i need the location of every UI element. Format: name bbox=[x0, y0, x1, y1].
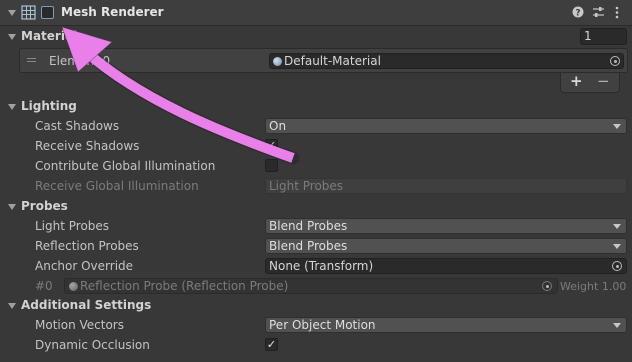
light-probes-dropdown[interactable]: Blend Probes bbox=[265, 218, 627, 234]
drag-handle-icon[interactable] bbox=[27, 58, 36, 59]
motion-vectors-label: Motion Vectors bbox=[35, 318, 124, 332]
more-vertical-icon[interactable] bbox=[614, 6, 620, 19]
additional-foldout-icon[interactable] bbox=[8, 303, 16, 309]
materials-list: Element 0 Default-Material bbox=[19, 48, 628, 73]
dynamic-occlusion-label: Dynamic Occlusion bbox=[35, 338, 150, 352]
anchor-override-label: Anchor Override bbox=[35, 259, 134, 273]
anchor-override-value: None (Transform) bbox=[269, 259, 374, 273]
contribute-gi-label: Contribute Global Illumination bbox=[35, 159, 216, 173]
reflection-probes-dropdown[interactable]: Blend Probes bbox=[265, 238, 627, 254]
object-picker-icon bbox=[542, 281, 552, 291]
object-picker-icon[interactable] bbox=[610, 56, 620, 66]
lighting-foldout-icon[interactable] bbox=[8, 104, 16, 110]
receive-gi-dropdown: Light Probes bbox=[265, 178, 627, 194]
collapse-arrow-icon[interactable] bbox=[8, 10, 16, 16]
probes-foldout-icon[interactable] bbox=[8, 204, 16, 210]
reflection-probe-value: Reflection Probe (Reflection Probe) bbox=[80, 279, 289, 293]
list-footer: + − bbox=[560, 72, 620, 93]
component-enabled-checkbox[interactable] bbox=[41, 6, 54, 19]
grid-mesh-icon bbox=[21, 5, 36, 20]
component-title: Mesh Renderer bbox=[61, 5, 164, 19]
probe-weight: Weight 1.00 bbox=[560, 280, 627, 293]
receive-shadows-checkbox[interactable]: ✓ bbox=[265, 139, 278, 152]
element-0-label: Element 0 bbox=[49, 54, 111, 68]
probe-index: #0 bbox=[35, 279, 53, 293]
chevron-down-icon bbox=[613, 224, 621, 229]
cast-shadows-dropdown[interactable]: On bbox=[265, 118, 627, 134]
receive-gi-value: Light Probes bbox=[269, 179, 344, 193]
light-probes-value: Blend Probes bbox=[269, 219, 348, 233]
additional-title[interactable]: Additional Settings bbox=[21, 298, 151, 312]
settings-sliders-icon[interactable] bbox=[592, 6, 605, 19]
component-header[interactable]: Mesh Renderer ? bbox=[0, 0, 632, 26]
receive-shadows-label: Receive Shadows bbox=[35, 139, 140, 153]
object-picker-icon[interactable] bbox=[612, 261, 622, 271]
motion-vectors-value: Per Object Motion bbox=[269, 318, 376, 332]
materials-foldout-icon[interactable] bbox=[8, 34, 16, 40]
add-element-button[interactable]: + bbox=[570, 72, 583, 90]
receive-gi-label: Receive Global Illumination bbox=[35, 179, 199, 193]
probes-title[interactable]: Probes bbox=[21, 199, 68, 213]
contribute-gi-checkbox[interactable] bbox=[265, 159, 278, 172]
material-icon bbox=[273, 57, 282, 66]
material-object-field[interactable]: Default-Material bbox=[269, 53, 624, 69]
svg-text:?: ? bbox=[575, 9, 580, 19]
chevron-down-icon bbox=[613, 323, 621, 328]
materials-title[interactable]: Materials bbox=[21, 29, 84, 43]
remove-element-button[interactable]: − bbox=[597, 72, 610, 90]
anchor-override-field[interactable]: None (Transform) bbox=[265, 258, 627, 274]
chevron-down-icon bbox=[613, 124, 621, 129]
chevron-down-icon bbox=[613, 244, 621, 249]
reflection-probes-label: Reflection Probes bbox=[35, 239, 139, 253]
light-probes-label: Light Probes bbox=[35, 219, 110, 233]
motion-vectors-dropdown[interactable]: Per Object Motion bbox=[265, 317, 627, 333]
dynamic-occlusion-checkbox[interactable]: ✓ bbox=[265, 338, 278, 351]
cast-shadows-value: On bbox=[269, 119, 287, 133]
reflection-probe-icon bbox=[69, 282, 78, 291]
lighting-title[interactable]: Lighting bbox=[21, 99, 77, 113]
reflection-probes-value: Blend Probes bbox=[269, 239, 348, 253]
cast-shadows-label: Cast Shadows bbox=[35, 119, 120, 133]
materials-size-field[interactable]: 1 bbox=[580, 28, 627, 45]
material-value: Default-Material bbox=[284, 54, 381, 68]
reflection-probe-field: Reflection Probe (Reflection Probe) bbox=[64, 278, 558, 294]
help-icon[interactable]: ? bbox=[572, 6, 584, 18]
